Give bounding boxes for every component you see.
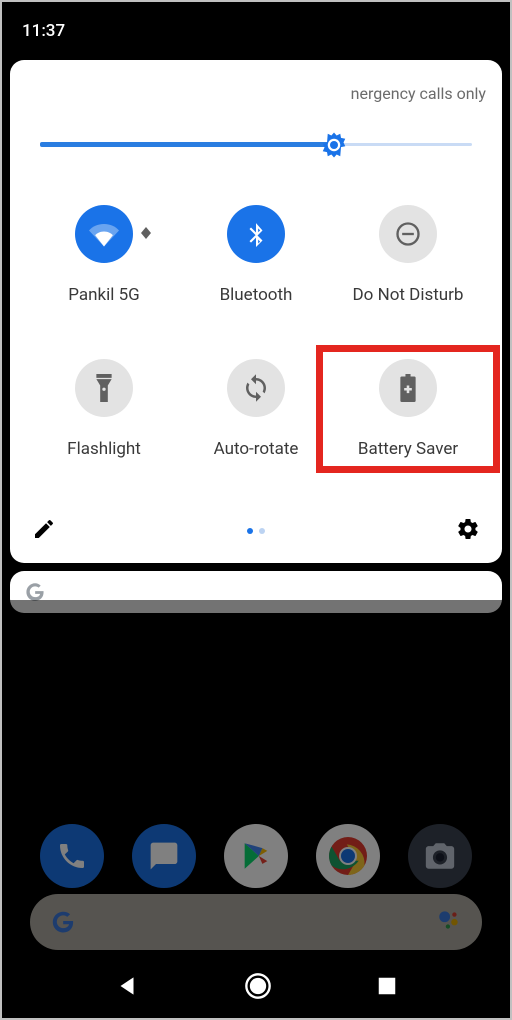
wifi-icon <box>75 205 133 263</box>
tile-label: Flashlight <box>67 439 141 459</box>
nav-recents-button[interactable] <box>376 975 398 1001</box>
navigation-bar <box>2 958 510 1018</box>
tile-wifi[interactable]: Pankil 5G <box>28 205 180 305</box>
tile-battery-saver[interactable]: Battery Saver <box>332 359 484 459</box>
app-chrome[interactable] <box>316 824 380 888</box>
flashlight-icon <box>75 359 133 417</box>
carrier-status: nergency calls only <box>10 74 502 125</box>
tile-label: Do Not Disturb <box>353 285 464 305</box>
home-search-bar[interactable] <box>30 894 482 950</box>
edit-tiles-button[interactable] <box>32 517 56 545</box>
chevron-expand-icon[interactable] <box>138 227 154 239</box>
app-camera[interactable] <box>408 824 472 888</box>
tile-label: Pankil 5G <box>68 285 140 305</box>
app-phone[interactable] <box>40 824 104 888</box>
app-play-store[interactable] <box>224 824 288 888</box>
dock <box>2 824 510 888</box>
nav-back-button[interactable] <box>114 973 140 1003</box>
dnd-icon <box>379 205 437 263</box>
autorotate-icon <box>227 359 285 417</box>
tile-dnd[interactable]: Do Not Disturb <box>332 205 484 305</box>
highlight-box <box>316 345 500 473</box>
tile-bluetooth[interactable]: Bluetooth <box>180 205 332 305</box>
tile-label: Auto-rotate <box>214 439 299 459</box>
quick-settings-footer <box>10 489 502 545</box>
brightness-slider[interactable] <box>10 125 502 165</box>
bluetooth-icon <box>227 205 285 263</box>
quick-settings-panel: nergency calls only Pankil 5G <box>10 60 502 563</box>
page-indicator <box>247 528 265 534</box>
brightness-thumb-icon[interactable] <box>319 130 349 160</box>
app-messages[interactable] <box>132 824 196 888</box>
tile-autorotate[interactable]: Auto-rotate <box>180 359 332 459</box>
clock: 11:37 <box>22 21 65 41</box>
settings-button[interactable] <box>456 517 480 545</box>
assistant-icon[interactable] <box>436 907 462 937</box>
wallpaper-dim <box>4 600 508 1016</box>
google-g-color-icon <box>50 909 76 935</box>
tile-flashlight[interactable]: Flashlight <box>28 359 180 459</box>
quick-settings-grid: Pankil 5G Bluetooth Do Not Disturb Flash… <box>10 165 502 489</box>
status-bar: 11:37 <box>2 2 510 60</box>
nav-home-button[interactable] <box>244 972 272 1004</box>
tile-label: Bluetooth <box>220 285 293 305</box>
